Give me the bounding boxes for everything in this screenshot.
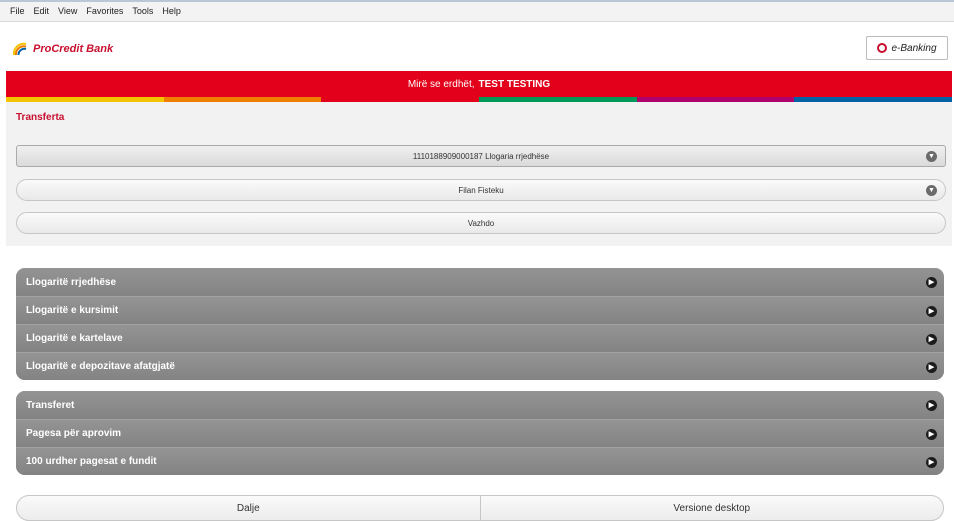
desktop-version-button[interactable]: Versione desktop xyxy=(479,496,944,520)
menu-edit[interactable]: Edit xyxy=(34,6,50,16)
transfer-title: Transferta xyxy=(16,112,65,123)
chevron-down-icon: ▼ xyxy=(926,151,937,162)
logout-button[interactable]: Dalje xyxy=(17,496,480,520)
menu-file[interactable]: File xyxy=(10,6,25,16)
chevron-right-icon: ▶ xyxy=(926,334,937,345)
continue-label: Vazhdo xyxy=(467,218,495,228)
bank-name: ProCredit Bank xyxy=(33,43,114,55)
menu-item-label: 100 urdher pagesat e fundit xyxy=(26,456,157,467)
chevron-right-icon: ▶ xyxy=(926,362,937,373)
menu-tools[interactable]: Tools xyxy=(132,6,153,16)
footer-bar: Dalje Versione desktop xyxy=(16,495,944,521)
menu-item-card-accounts[interactable]: Llogaritë e kartelave ▶ xyxy=(16,324,944,352)
welcome-banner: Mirë se erdhët, TEST TESTING xyxy=(6,71,952,97)
menu-item-label: Pagesa për aprovim xyxy=(26,428,122,439)
menu-bar: File Edit View Favorites Tools Help xyxy=(0,0,954,22)
menu-item-current-accounts[interactable]: Llogaritë rrjedhëse ▶ xyxy=(16,268,944,296)
accounts-menu: Llogaritë rrjedhëse ▶ Llogaritë e kursim… xyxy=(16,268,944,380)
menu-item-label: Llogaritë e kartelave xyxy=(26,333,123,344)
continue-button[interactable]: Vazhdo xyxy=(16,212,946,234)
menu-item-label: Transferet xyxy=(26,399,75,411)
menu-item-transfers[interactable]: Transferet ▶ xyxy=(16,391,944,419)
ebanking-ring-icon xyxy=(877,43,888,53)
transfer-panel: Transferta 1110188909000187 Llogaria rrj… xyxy=(6,102,952,246)
chevron-right-icon: ▶ xyxy=(926,400,937,411)
menu-item-label: Llogaritë e kursimit xyxy=(26,305,119,316)
chevron-down-icon: ▼ xyxy=(926,185,937,196)
recipient-select[interactable]: Filan Fisteku ▼ xyxy=(16,179,946,201)
page-header: ProCredit Bank e-Banking xyxy=(0,22,954,70)
menu-item-payments-approval[interactable]: Pagesa për aprovim ▶ xyxy=(16,419,944,447)
menu-item-recent-orders[interactable]: 100 urdher pagesat e fundit ▶ xyxy=(16,447,944,475)
welcome-greeting: Mirë se erdhët, xyxy=(407,78,475,90)
chevron-right-icon: ▶ xyxy=(926,457,937,468)
procredit-logo-icon xyxy=(12,42,27,56)
chevron-right-icon: ▶ xyxy=(926,429,937,440)
menu-item-label: Llogaritë rrjedhëse xyxy=(26,276,117,288)
menu-item-label: Llogaritë e depozitave afatgjatë xyxy=(26,361,175,372)
chevron-right-icon: ▶ xyxy=(926,277,937,288)
bank-logo[interactable]: ProCredit Bank xyxy=(12,41,113,57)
account-select[interactable]: 1110188909000187 Llogaria rrjedhëse ▼ xyxy=(16,145,946,167)
menu-item-savings-accounts[interactable]: Llogaritë e kursimit ▶ xyxy=(16,296,944,324)
menu-help[interactable]: Help xyxy=(162,6,181,16)
ebanking-label: e-Banking xyxy=(891,42,937,54)
recipient-select-value: Filan Fisteku xyxy=(458,185,504,195)
menu-view[interactable]: View xyxy=(58,6,77,16)
welcome-user: TEST TESTING xyxy=(478,78,551,90)
chevron-right-icon: ▶ xyxy=(926,306,937,317)
payments-menu: Transferet ▶ Pagesa për aprovim ▶ 100 ur… xyxy=(16,391,944,475)
account-select-value: 1110188909000187 Llogaria rrjedhëse xyxy=(412,151,550,161)
menu-favorites[interactable]: Favorites xyxy=(86,6,123,16)
menu-item-term-deposits[interactable]: Llogaritë e depozitave afatgjatë ▶ xyxy=(16,352,944,380)
ebanking-button[interactable]: e-Banking xyxy=(866,36,948,60)
